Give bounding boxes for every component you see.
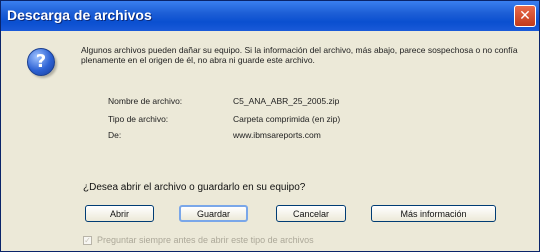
file-type-label: Tipo de archivo: (108, 114, 169, 124)
file-name-label: Nombre de archivo: (108, 96, 183, 106)
question-icon: ? (27, 48, 55, 76)
close-button[interactable]: ✕ (514, 5, 536, 27)
title-bar[interactable]: Descarga de archivos ✕ (1, 1, 539, 31)
always-ask-checkbox[interactable]: ✓ (83, 236, 92, 245)
prompt-text: ¿Desea abrir el archivo o guardarlo en s… (83, 182, 306, 193)
warning-text: Algunos archivos pueden dañar su equipo.… (81, 45, 518, 65)
save-button[interactable]: Guardar (179, 205, 248, 222)
cancel-button[interactable]: Cancelar (276, 205, 346, 222)
always-ask-label: Preguntar siempre antes de abrir este ti… (97, 235, 314, 245)
file-type-value: Carpeta comprimida (en zip) (233, 114, 341, 124)
file-name-value: C5_ANA_ABR_25_2005.zip (233, 96, 340, 106)
close-icon: ✕ (519, 8, 531, 24)
download-dialog: Descarga de archivos ✕ ? Algunos archivo… (0, 0, 540, 252)
more-info-button[interactable]: Más información (371, 205, 496, 222)
file-source-value: www.ibmsareports.com (233, 130, 321, 140)
file-source-label: De: (108, 130, 122, 140)
dialog-title: Descarga de archivos (7, 7, 152, 23)
open-button[interactable]: Abrir (85, 205, 154, 222)
